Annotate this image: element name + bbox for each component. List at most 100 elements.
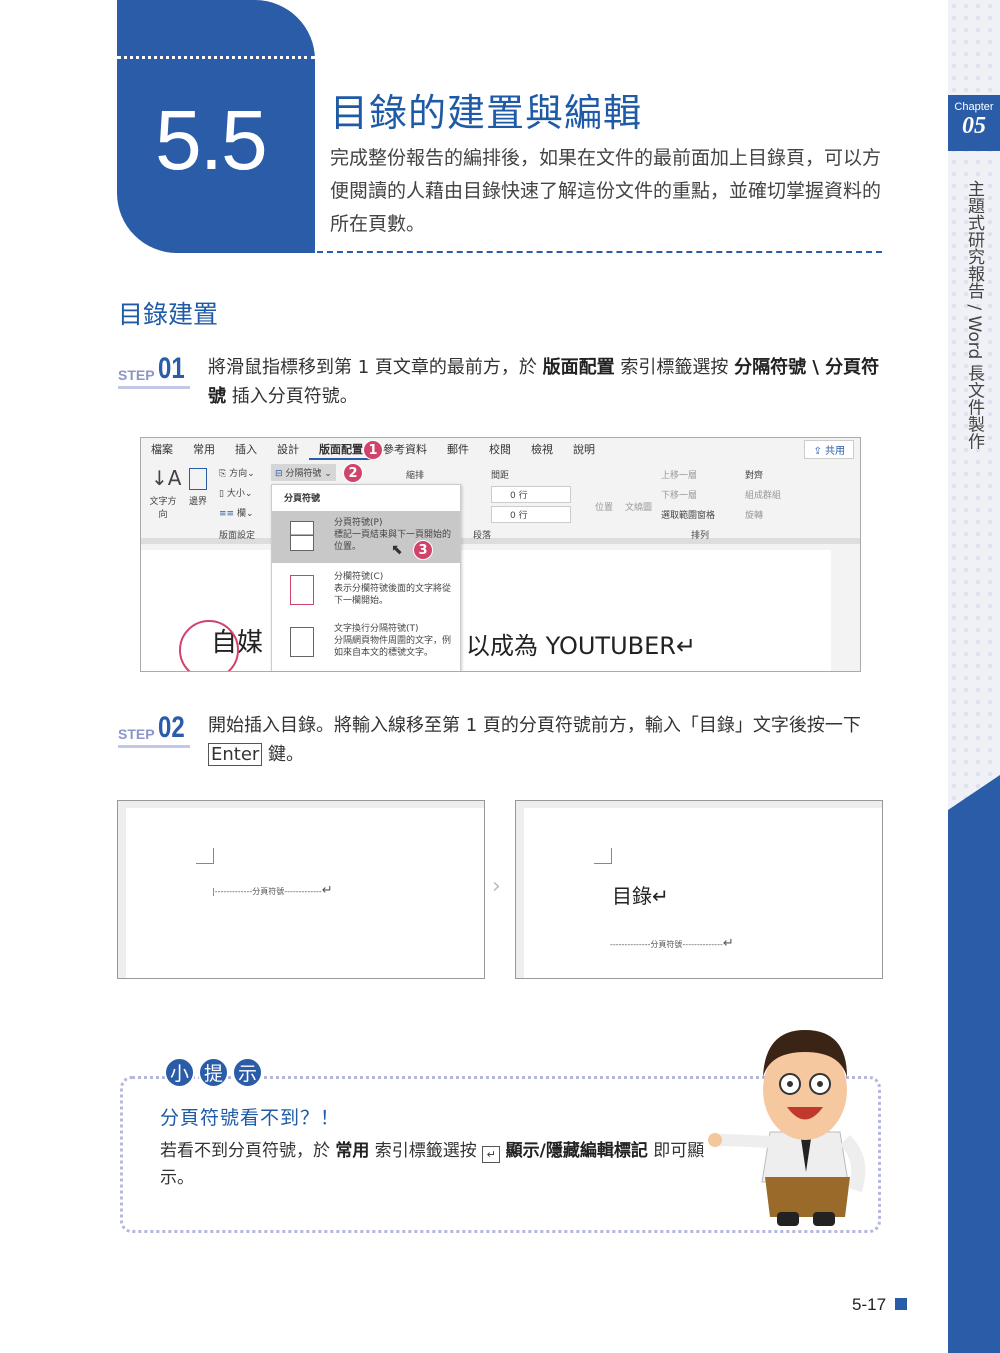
tab-view[interactable]: 檢視 (521, 438, 563, 460)
label: 方向 (229, 469, 248, 479)
text: 插入分頁符號。 (226, 386, 358, 407)
ribbon: ↓A 文字方向 邊界 ⎘ 方向⌄ ▯ 大小⌄ ≡≡ 欄⌄ ⊟ 分隔符號 ⌄ 版面… (141, 460, 860, 544)
page-title: 目錄的建置與編輯 (330, 91, 643, 135)
tab-help[interactable]: 說明 (563, 438, 605, 460)
chapter-number: 05 (962, 113, 986, 139)
step-text: 將滑鼠指標移到第 1 頁文章的最前方，於 版面配置 索引標籤選按 分隔符號 \ … (208, 353, 888, 411)
step-badge: STEP 01 (118, 352, 190, 389)
orientation-button[interactable]: ⎘ 方向⌄ (219, 466, 255, 479)
section-number: 5.5 (155, 93, 268, 187)
tab-insert[interactable]: 插入 (225, 438, 267, 460)
tab-review[interactable]: 校閱 (479, 438, 521, 460)
page-number: 5-17 (852, 1295, 907, 1315)
breaks-dropdown: 分頁符號 分頁符號(P) 標記一頁結束與下一頁開始的位置。 分欄符號(C) 表示分欄… (271, 484, 461, 671)
columns-button[interactable]: ≡≡ 欄⌄ (219, 506, 254, 519)
page-number-text: 5-17 (852, 1295, 887, 1314)
text: 將滑鼠指標移到第 1 頁文章的最前方，於 (208, 357, 543, 378)
tip-badge: 提 (198, 1057, 229, 1088)
text-direction-button[interactable]: 文字方向 (149, 494, 177, 520)
word-screenshot: 檔案 常用 插入 設計 版面配置 參考資料 郵件 校閱 檢視 說明 ⇪ 共用 ↓… (140, 437, 861, 672)
group-button[interactable]: 組成群組 (745, 488, 781, 501)
margin-mark (594, 848, 612, 864)
intro-text: 完成整份報告的編排後，如果在文件的最前面加上目錄頁，可以方便閱讀的人藉由目錄快速… (330, 147, 882, 235)
bold-term: 常用 (335, 1141, 370, 1161)
divider (317, 251, 882, 253)
indent-label: 縮排 (406, 471, 425, 481)
menu-item-text: 文字換行分隔符號(T) 分隔網頁物件周圍的文字，例如來自本文的標號文字。 (334, 623, 459, 659)
square-marker-icon (894, 1298, 907, 1310)
step-number: 02 (158, 711, 185, 744)
align-button[interactable]: 對齊 (745, 468, 763, 481)
book-title-vertical: 主題式研究報告 / Word 長文件製作 (964, 180, 984, 450)
cursor-icon: ⬉ (391, 542, 403, 558)
tip-heading: 分頁符號看不到？！ (160, 1107, 341, 1129)
selection-pane-button[interactable]: 選取範圍窗格 (661, 508, 715, 521)
menu-item-text: 分欄符號(C) 表示分欄符號後面的文字將從下一欄開始。 (334, 571, 459, 607)
bring-forward-button[interactable]: 上移一層 (661, 468, 697, 481)
tip-badge: 小 (164, 1057, 195, 1088)
step-label: STEP (118, 367, 155, 383)
desc: 表示分欄符號後面的文字將從下一欄開始。 (334, 584, 452, 606)
label: 分隔符號 (285, 469, 322, 479)
column-break-icon (290, 575, 314, 605)
send-backward-button[interactable]: 下移一層 (661, 488, 697, 501)
share-label: 共用 (825, 446, 845, 457)
title: 分頁符號(P) (334, 518, 383, 528)
group-label: 版面設定 (219, 531, 256, 541)
breaks-button[interactable]: ⊟ 分隔符號 ⌄ (271, 464, 336, 481)
sidebar-blue-band (948, 775, 1000, 1353)
share-icon: ⇪ (813, 446, 825, 457)
rotate-button[interactable]: 旋轉 (745, 508, 763, 521)
ribbon-tabs: 檔案 常用 插入 設計 版面配置 參考資料 郵件 校閱 檢視 說明 (141, 438, 860, 460)
label: 欄 (236, 509, 246, 519)
bold-term: 顯示/隱藏編輯標記 (505, 1141, 648, 1161)
tip-text: 若看不到分頁符號，於 常用 索引標籤選按 ↵ 顯示/隱藏編輯標記 即可顯示。 (160, 1138, 720, 1192)
page-break-mark: |-------------分頁符號-------------↵ (212, 883, 333, 898)
chapter-tab: Chapter 05 (948, 95, 1000, 151)
share-button[interactable]: ⇪ 共用 (804, 440, 854, 459)
bold-term: 版面配置 (542, 357, 615, 378)
page-break-icon (290, 521, 314, 551)
step-text: 開始插入目錄。將輸入線移至第 1 頁的分頁符號前方，輸入「目錄」文字後按一下 E… (208, 711, 888, 769)
menu-header: 分頁符號 (284, 494, 321, 504)
menu-item-page-break[interactable]: 分頁符號(P) 標記一頁結束與下一頁開始的位置。 (272, 511, 460, 563)
return-mark: ↵ (722, 936, 734, 951)
step-label: STEP (118, 726, 155, 742)
arrow-right-icon: › (492, 874, 501, 899)
toc-text: 目錄↵ (612, 884, 669, 908)
wrap-text-button[interactable]: 文繞圖 (625, 500, 652, 513)
spacing-label: 間距 (491, 471, 510, 481)
text: 索引標籤選按 (369, 1141, 483, 1161)
document-area: 自媒 以成為 YOUTUBER↵ (141, 550, 831, 671)
text: 索引標籤選按 (614, 357, 735, 378)
cartoon-character-illustration (708, 1030, 866, 1226)
tip-badge: 示 (232, 1057, 263, 1088)
show-hide-marks-icon: ↵ (482, 1146, 501, 1163)
section-heading: 目錄建置 (118, 300, 219, 329)
margins-icon (189, 468, 207, 490)
position-button[interactable]: 位置 (595, 500, 613, 513)
group-label: 段落 (473, 531, 492, 541)
tab-file[interactable]: 檔案 (141, 438, 183, 460)
return-mark: ↵ (321, 883, 333, 898)
spacing-after-input[interactable]: 0 行 (491, 506, 571, 523)
menu-item-column-break[interactable]: 分欄符號(C) 表示分欄符號後面的文字將從下一欄開始。 (272, 565, 460, 617)
size-button[interactable]: ▯ 大小⌄ (219, 486, 252, 499)
text: 鍵。 (262, 744, 305, 765)
callout-1: 1 (363, 440, 383, 460)
margins-button[interactable]: 邊界 (189, 494, 207, 507)
callout-3: 3 (413, 540, 433, 560)
text: 開始插入目錄。將輸入線移至第 1 頁的分頁符號前方，輸入「目錄」文字後按一下 (208, 715, 861, 736)
label: 分頁符號 (650, 940, 683, 949)
tab-design[interactable]: 設計 (267, 438, 309, 460)
spacing-before-input[interactable]: 0 行 (491, 486, 571, 503)
text: 若看不到分頁符號，於 (160, 1141, 336, 1161)
chapter-label: Chapter (954, 101, 994, 113)
text-direction-icon: ↓A (151, 466, 182, 490)
margin-mark (196, 848, 214, 864)
tab-home[interactable]: 常用 (183, 438, 225, 460)
menu-item-text-wrapping-break[interactable]: 文字換行分隔符號(T) 分隔網頁物件周圍的文字，例如來自本文的標號文字。 (272, 617, 460, 669)
title: 分欄符號(C) (334, 572, 384, 582)
tab-mailings[interactable]: 郵件 (437, 438, 479, 460)
after-screenshot: 目錄↵ --------------分頁符號--------------↵ (515, 800, 883, 979)
